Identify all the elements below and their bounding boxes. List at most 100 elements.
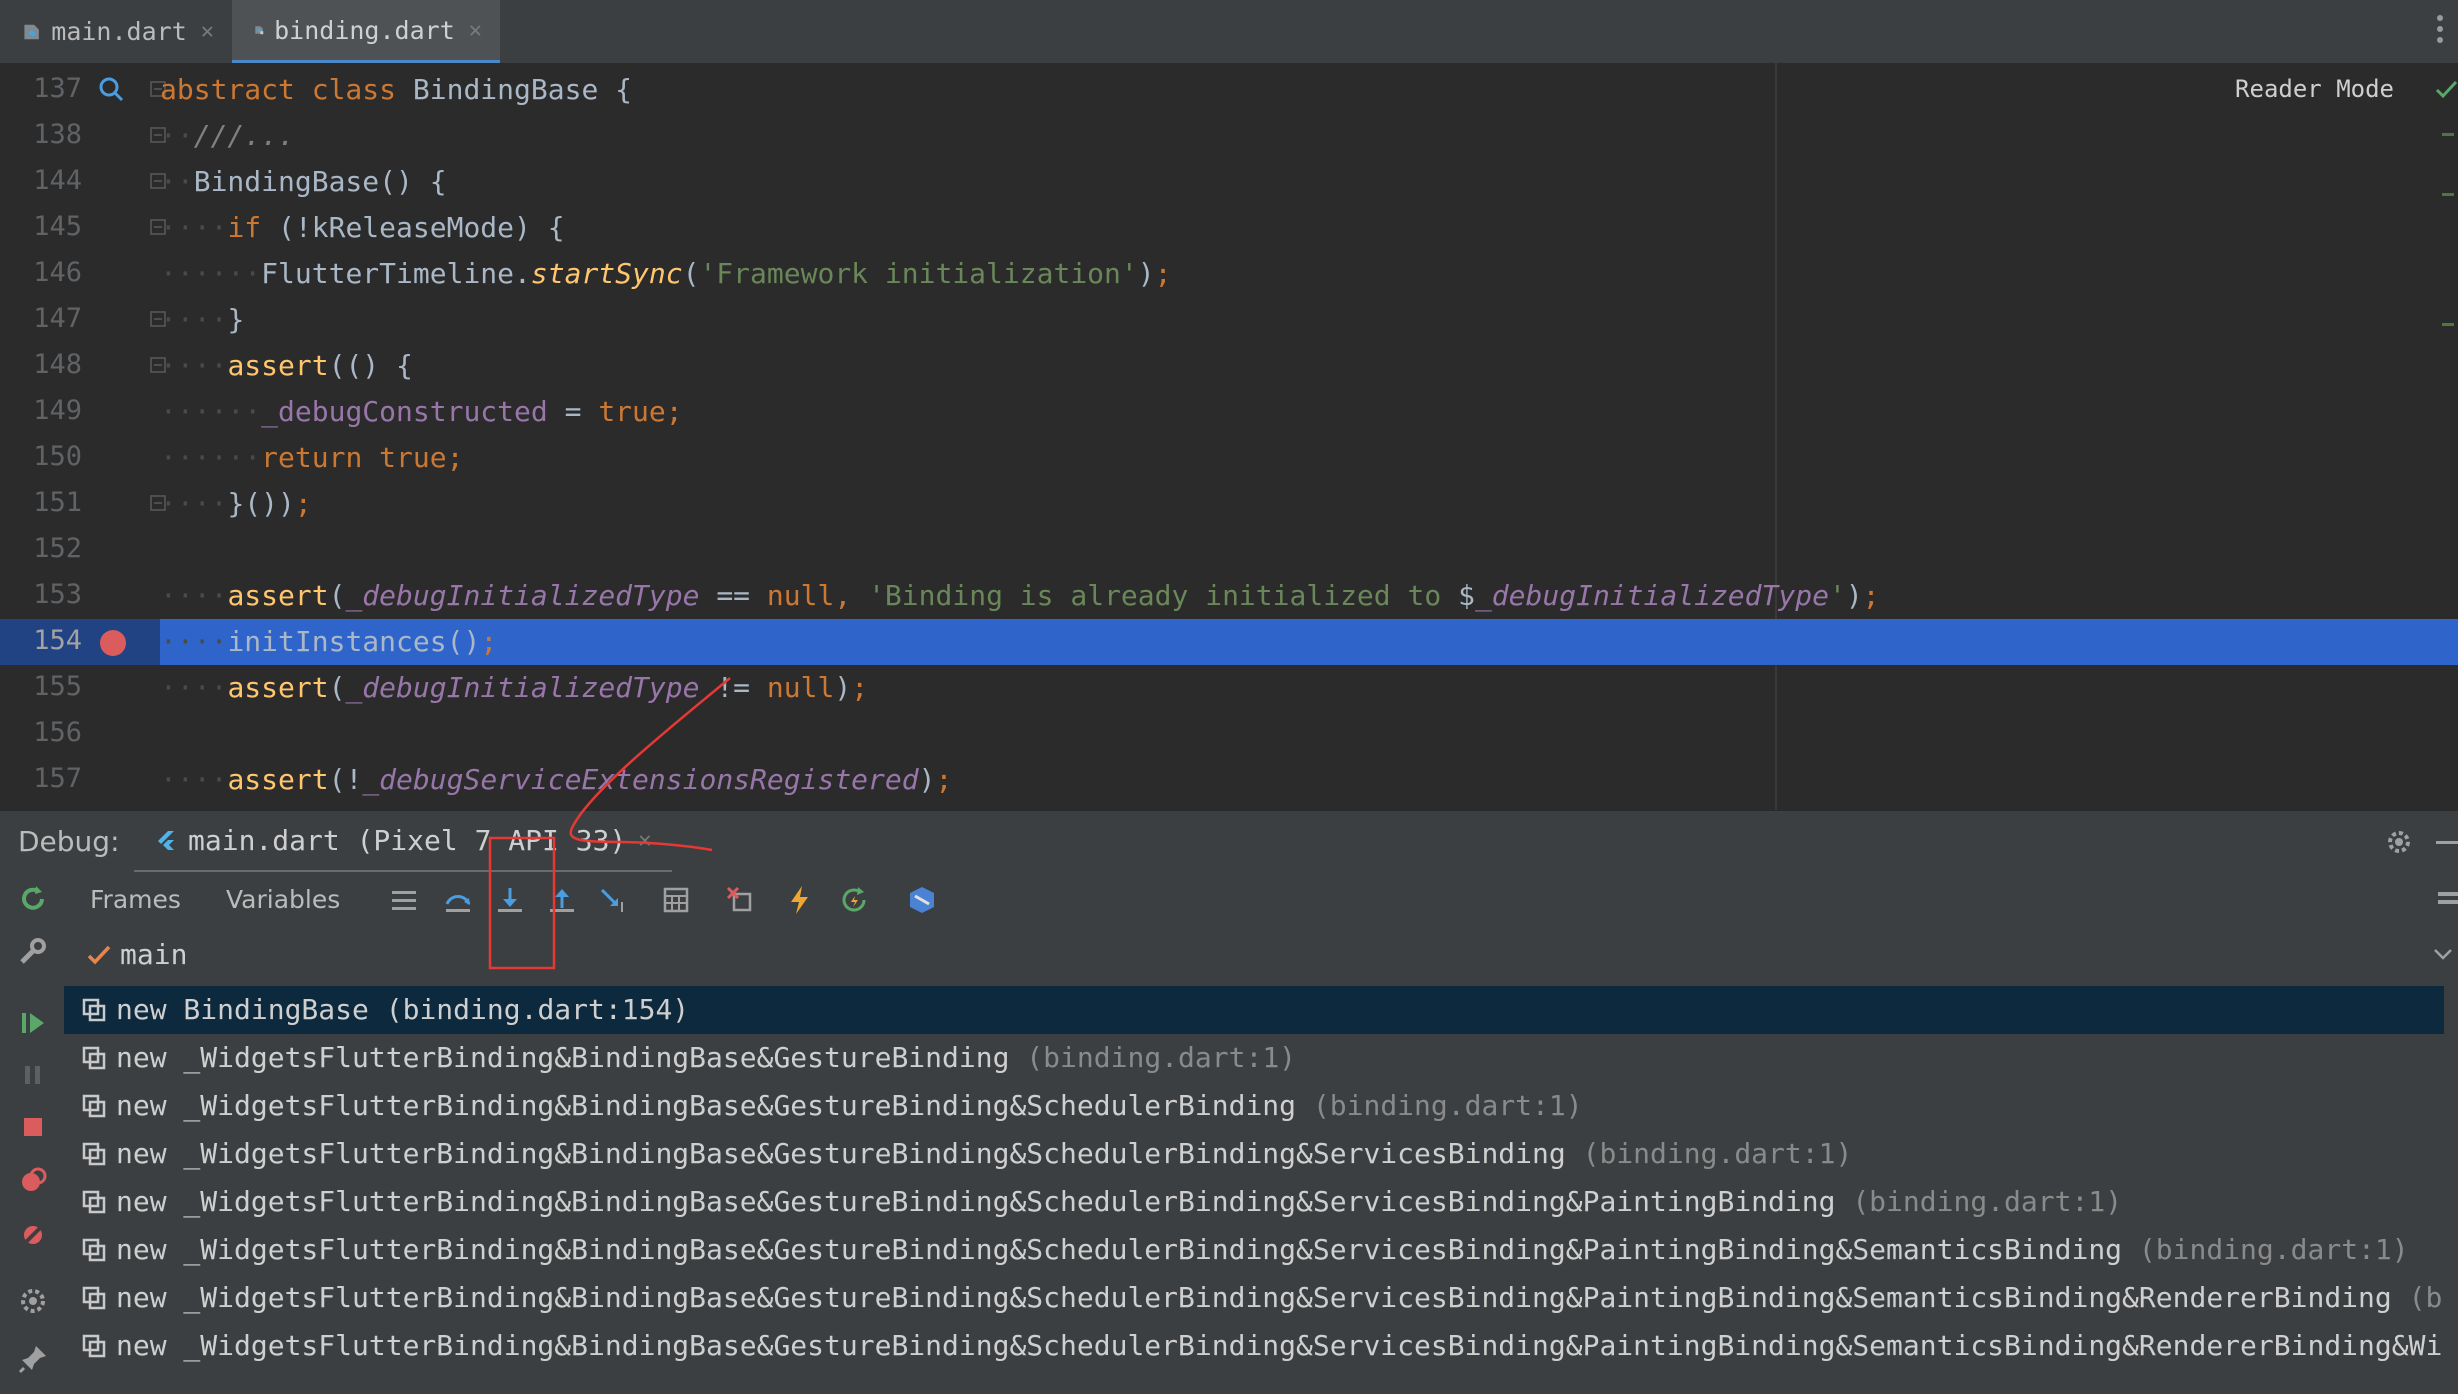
- layout-icon[interactable]: [2426, 884, 2458, 916]
- line-number[interactable]: 156: [0, 717, 82, 748]
- stack-frame-icon: [82, 1046, 106, 1070]
- line-number[interactable]: 147: [0, 303, 82, 334]
- line-number[interactable]: 137: [0, 73, 82, 104]
- code-text[interactable]: ····assert(() {: [160, 343, 2458, 389]
- line-number[interactable]: 152: [0, 533, 82, 564]
- resume-icon[interactable]: [16, 1006, 50, 1040]
- step-into-icon[interactable]: [494, 884, 526, 916]
- menu-icon[interactable]: [388, 884, 420, 916]
- rerun-icon[interactable]: [16, 882, 50, 916]
- hot-reload-icon[interactable]: [784, 884, 816, 916]
- code-line[interactable]: 144 ··BindingBase() {: [0, 159, 2458, 205]
- code-line[interactable]: 154 ····initInstances();: [0, 619, 2458, 665]
- view-breakpoints-icon[interactable]: [16, 1164, 50, 1198]
- frame-row[interactable]: new BindingBase (binding.dart:154): [64, 986, 2444, 1034]
- frame-row[interactable]: new _WidgetsFlutterBinding&BindingBase&G…: [64, 1178, 2444, 1226]
- code-text[interactable]: ····assert(_debugInitializedType == null…: [160, 573, 2458, 619]
- code-text[interactable]: ··///...: [160, 113, 2458, 159]
- code-text[interactable]: ······_debugConstructed = true;: [160, 389, 2458, 435]
- frame-row[interactable]: new _WidgetsFlutterBinding&BindingBase&G…: [64, 1274, 2458, 1322]
- close-icon[interactable]: ✕: [638, 828, 651, 853]
- code-line[interactable]: 138 ··///...: [0, 113, 2458, 159]
- stop-icon[interactable]: [16, 1110, 50, 1144]
- gear-icon[interactable]: [2384, 827, 2414, 857]
- line-number[interactable]: 144: [0, 165, 82, 196]
- code-text[interactable]: ····}: [160, 297, 2458, 343]
- code-text[interactable]: ····assert(!_debugServiceExtensionsRegis…: [160, 757, 2458, 803]
- code-text[interactable]: ······FlutterTimeline.startSync('Framewo…: [160, 251, 2458, 297]
- settings-icon[interactable]: [16, 1284, 50, 1318]
- line-number[interactable]: 155: [0, 671, 82, 702]
- code-line[interactable]: 157 ····assert(!_debugServiceExtensionsRe…: [0, 757, 2458, 803]
- line-number[interactable]: 157: [0, 763, 82, 794]
- run-to-cursor-icon[interactable]: [598, 884, 630, 916]
- line-number[interactable]: 149: [0, 395, 82, 426]
- code-text[interactable]: ····if (!kReleaseMode) {: [160, 205, 2458, 251]
- close-icon[interactable]: ✕: [201, 19, 214, 44]
- tab-binding-dart[interactable]: binding.dart ✕: [232, 0, 500, 63]
- code-text[interactable]: ····initInstances();: [160, 619, 2458, 665]
- code-text[interactable]: abstract class BindingBase {: [160, 67, 2458, 113]
- frame-row[interactable]: new _WidgetsFlutterBinding&BindingBase&G…: [64, 1034, 2444, 1082]
- frame-label: new _WidgetsFlutterBinding&BindingBase&G…: [116, 1322, 2458, 1370]
- code-line[interactable]: 156: [0, 711, 2458, 757]
- step-out-icon[interactable]: [546, 884, 578, 916]
- hot-restart-icon[interactable]: [838, 884, 870, 916]
- tab-variables[interactable]: Variables: [226, 872, 340, 928]
- frames-scrollbar[interactable]: [2444, 982, 2458, 1394]
- mute-breakpoints-icon[interactable]: [16, 1218, 50, 1252]
- code-text[interactable]: [160, 711, 2458, 757]
- line-number[interactable]: 154: [0, 625, 82, 656]
- code-line[interactable]: 150 ······return true;: [0, 435, 2458, 481]
- code-text[interactable]: [160, 527, 2458, 573]
- frame-name: new _WidgetsFlutterBinding&BindingBase&G…: [116, 1137, 1566, 1170]
- close-icon[interactable]: ✕: [469, 18, 482, 43]
- code-text[interactable]: ··BindingBase() {: [160, 159, 2458, 205]
- code-editor[interactable]: 137 abstract class BindingBase { 138 ··///.…: [0, 63, 2458, 810]
- frame-name: new _WidgetsFlutterBinding&BindingBase&G…: [116, 1185, 1836, 1218]
- code-text[interactable]: ····assert(_debugInitializedType != null…: [160, 665, 2458, 711]
- code-line[interactable]: 153 ····assert(_debugInitializedType == n…: [0, 573, 2458, 619]
- code-line[interactable]: 147 ····}: [0, 297, 2458, 343]
- chevron-down-icon[interactable]: [2434, 948, 2452, 960]
- line-number[interactable]: 151: [0, 487, 82, 518]
- frame-row[interactable]: new _WidgetsFlutterBinding&BindingBase&G…: [64, 1130, 2444, 1178]
- pin-icon[interactable]: [16, 1342, 50, 1376]
- minimize-icon[interactable]: [2436, 841, 2458, 844]
- reader-mode-button[interactable]: Reader Mode: [2235, 75, 2394, 103]
- code-line[interactable]: 148 ····assert(() {: [0, 343, 2458, 389]
- code-line[interactable]: 151 ····}());: [0, 481, 2458, 527]
- code-line[interactable]: 137 abstract class BindingBase {: [0, 67, 2458, 113]
- line-number[interactable]: 153: [0, 579, 82, 610]
- debug-session-tab[interactable]: main.dart (Pixel 7 API 33) ✕: [134, 811, 672, 873]
- frame-row[interactable]: new _WidgetsFlutterBinding&BindingBase&G…: [64, 1082, 2444, 1130]
- code-text[interactable]: ······return true;: [160, 435, 2458, 481]
- implemented-by-icon[interactable]: [97, 75, 127, 105]
- thread-selector[interactable]: main: [64, 928, 2458, 983]
- stack-frame-icon: [82, 998, 106, 1022]
- step-over-icon[interactable]: [442, 884, 474, 916]
- tab-main-dart[interactable]: main.dart ✕: [0, 0, 232, 63]
- line-number[interactable]: 146: [0, 257, 82, 288]
- stack-frame-icon: [82, 1286, 106, 1310]
- code-line[interactable]: 152: [0, 527, 2458, 573]
- frame-row[interactable]: new _WidgetsFlutterBinding&BindingBase&G…: [64, 1226, 2444, 1274]
- devtools-icon[interactable]: [906, 884, 938, 916]
- line-number[interactable]: 145: [0, 211, 82, 242]
- more-vertical-icon[interactable]: [2436, 14, 2444, 44]
- evaluate-expression-icon[interactable]: [660, 884, 692, 916]
- wrench-icon[interactable]: [16, 934, 50, 968]
- pause-icon[interactable]: [16, 1058, 50, 1092]
- line-number[interactable]: 148: [0, 349, 82, 380]
- line-number[interactable]: 138: [0, 119, 82, 150]
- tab-frames[interactable]: Frames: [90, 872, 181, 928]
- line-number[interactable]: 150: [0, 441, 82, 472]
- code-line[interactable]: 149 ······_debugConstructed = true;: [0, 389, 2458, 435]
- code-text[interactable]: ····}());: [160, 481, 2458, 527]
- drop-frame-icon[interactable]: [724, 884, 756, 916]
- breakpoint-icon[interactable]: [100, 630, 126, 656]
- code-line[interactable]: 145 ····if (!kReleaseMode) {: [0, 205, 2458, 251]
- frame-row[interactable]: new _WidgetsFlutterBinding&BindingBase&G…: [64, 1322, 2458, 1370]
- code-line[interactable]: 155 ····assert(_debugInitializedType != n…: [0, 665, 2458, 711]
- code-line[interactable]: 146 ······FlutterTimeline.startSync('Fram…: [0, 251, 2458, 297]
